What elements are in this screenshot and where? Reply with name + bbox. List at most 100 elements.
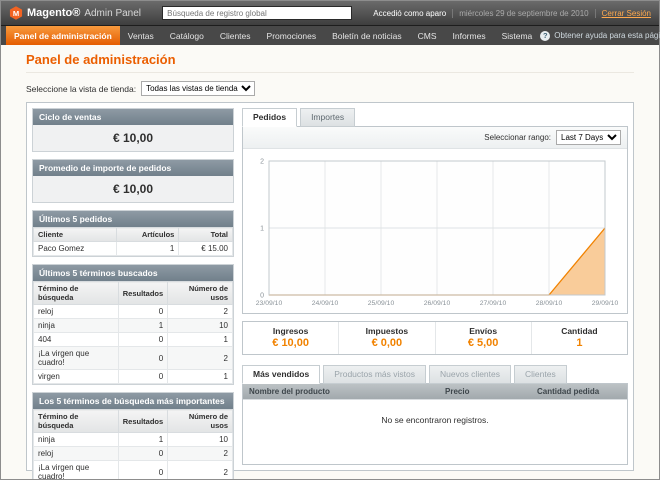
lifetime-sales-title: Ciclo de ventas (33, 109, 233, 125)
top-search-terms-title: Los 5 términos de búsqueda más important… (33, 393, 233, 409)
cell-term: virgen (34, 370, 119, 384)
products-grid: Nombre del producto Precio Cantidad pedi… (242, 383, 628, 465)
tab-most-viewed[interactable]: Productos más vistos (323, 365, 426, 384)
cell-term: ¡La virgen que cuadro! (34, 347, 119, 370)
range-bar: Seleccionar rango: Last 7 Days (243, 127, 627, 149)
nav-item-newsletter[interactable]: Boletín de noticias (324, 26, 409, 45)
column-header-product: Nombre del producto (243, 384, 439, 399)
svg-text:M: M (13, 9, 19, 18)
nav-item-promotions[interactable]: Promociones (259, 26, 325, 45)
svg-text:2: 2 (260, 159, 264, 166)
table-row[interactable]: virgen 0 1 (34, 370, 233, 384)
total-label: Cantidad (532, 326, 627, 336)
column-header-qty: Cantidad pedida (531, 384, 627, 399)
chart-panel: Seleccionar rango: Last 7 Days 23/09/10 2… (242, 126, 628, 314)
store-view-label: Seleccione la vista de tienda: (26, 84, 136, 94)
last-search-terms-box: Últimos 5 términos buscados Término de b… (32, 264, 234, 385)
page-title: Panel de administración (26, 52, 634, 73)
store-view-select[interactable]: Todas las vistas de tienda (141, 81, 255, 96)
nav-item-system[interactable]: Sistema (494, 26, 541, 45)
empty-records-message: No se encontraron registros. (243, 399, 627, 464)
page-help-link[interactable]: ? Obtener ayuda para esta página (540, 26, 660, 45)
chart-area: 23/09/1024/09/1025/09/1026/09/1027/09/10… (243, 149, 627, 313)
total-label: Envíos (436, 326, 531, 336)
magento-logo-icon: M (9, 6, 23, 20)
average-orders-value: € 10,00 (33, 176, 233, 202)
cell-results: 1 (118, 319, 167, 333)
global-search-wrap (149, 6, 365, 20)
tab-orders[interactable]: Pedidos (242, 108, 297, 127)
column-header-term: Término de búsqueda (34, 410, 119, 433)
page-help-label: Obtener ayuda para esta página (554, 31, 660, 40)
cell-uses: 1 (168, 333, 233, 347)
svg-text:24/09/10: 24/09/10 (312, 300, 339, 307)
column-header-total: Total (179, 228, 233, 242)
orders-chart: 23/09/1024/09/1025/09/1026/09/1027/09/10… (249, 153, 621, 311)
range-label: Seleccionar rango: (484, 133, 551, 142)
cell-results: 0 (118, 370, 167, 384)
svg-text:29/09/10: 29/09/10 (592, 300, 619, 307)
nav-item-customers[interactable]: Clientes (212, 26, 259, 45)
last-orders-title: Últimos 5 pedidos (33, 211, 233, 227)
cell-results: 0 (118, 461, 167, 480)
logout-link[interactable]: Cerrar Sesión (595, 9, 651, 18)
table-row[interactable]: ¡La virgen que cuadro! 0 2 (34, 347, 233, 370)
table-row[interactable]: reloj 0 2 (34, 447, 233, 461)
average-orders-title: Promedio de importe de pedidos (33, 160, 233, 176)
cell-term: 404 (34, 333, 119, 347)
column-header-price: Precio (439, 384, 531, 399)
column-header-customer: Cliente (34, 228, 117, 242)
tab-new-customers[interactable]: Nuevos clientes (429, 365, 511, 384)
nav-item-catalog[interactable]: Catálogo (162, 26, 212, 45)
total-value: € 0,00 (339, 337, 434, 349)
table-row[interactable]: reloj 0 2 (34, 305, 233, 319)
last-search-terms-table: Término de búsqueda Resultados Número de… (33, 281, 233, 384)
nav-item-cms[interactable]: CMS (410, 26, 445, 45)
tab-amounts[interactable]: Importes (300, 108, 355, 127)
total-revenue: Ingresos € 10,00 (243, 322, 338, 354)
svg-text:27/09/10: 27/09/10 (480, 300, 507, 307)
brand-suffix: Admin Panel (84, 8, 141, 19)
session-info: Accedió como aparo miércoles 29 de septi… (373, 9, 651, 18)
totals-bar: Ingresos € 10,00 Impuestos € 0,00 Envíos… (242, 321, 628, 355)
content-area: Panel de administración Seleccione la vi… (1, 45, 659, 479)
lifetime-sales-value: € 10,00 (33, 125, 233, 151)
cell-term: reloj (34, 447, 119, 461)
help-icon: ? (540, 31, 550, 41)
last-orders-box: Últimos 5 pedidos Cliente Artículos Tota… (32, 210, 234, 257)
dashboard-sidebar: Ciclo de ventas € 10,00 Promedio de impo… (32, 108, 234, 465)
cell-items: 1 (116, 242, 178, 256)
lifetime-sales-box: Ciclo de ventas € 10,00 (32, 108, 234, 152)
tab-customers[interactable]: Clientes (514, 365, 567, 384)
range-select[interactable]: Last 7 Days (556, 130, 621, 145)
column-header-uses: Número de usos (168, 410, 233, 433)
cell-results: 1 (118, 433, 167, 447)
column-header-uses: Número de usos (168, 282, 233, 305)
column-header-items: Artículos (116, 228, 178, 242)
column-header-term: Término de búsqueda (34, 282, 119, 305)
current-date: miércoles 29 de septiembre de 2010 (452, 9, 588, 18)
nav-item-reports[interactable]: Informes (445, 26, 494, 45)
table-row[interactable]: 404 0 1 (34, 333, 233, 347)
cell-term: ¡La virgen que cuadro! (34, 461, 119, 480)
table-row[interactable]: ninja 1 10 (34, 319, 233, 333)
total-quantity: Cantidad 1 (531, 322, 627, 354)
column-header-results: Resultados (118, 410, 167, 433)
svg-text:0: 0 (260, 293, 264, 300)
table-row[interactable]: Paco Gomez 1 € 15.00 (34, 242, 233, 256)
global-search-input[interactable] (162, 6, 352, 20)
cell-total: € 15.00 (179, 242, 233, 256)
cell-uses: 2 (168, 347, 233, 370)
cell-customer: Paco Gomez (34, 242, 117, 256)
nav-item-sales[interactable]: Ventas (120, 26, 162, 45)
cell-uses: 1 (168, 370, 233, 384)
svg-text:23/09/10: 23/09/10 (256, 300, 283, 307)
svg-text:25/09/10: 25/09/10 (368, 300, 395, 307)
average-orders-box: Promedio de importe de pedidos € 10,00 (32, 159, 234, 203)
svg-text:1: 1 (260, 226, 264, 233)
nav-item-dashboard[interactable]: Panel de administración (6, 26, 120, 45)
tab-bestsellers[interactable]: Más vendidos (242, 365, 320, 384)
total-value: € 5,00 (436, 337, 531, 349)
table-row[interactable]: ninja 1 10 (34, 433, 233, 447)
table-row[interactable]: ¡La virgen que cuadro! 0 2 (34, 461, 233, 480)
